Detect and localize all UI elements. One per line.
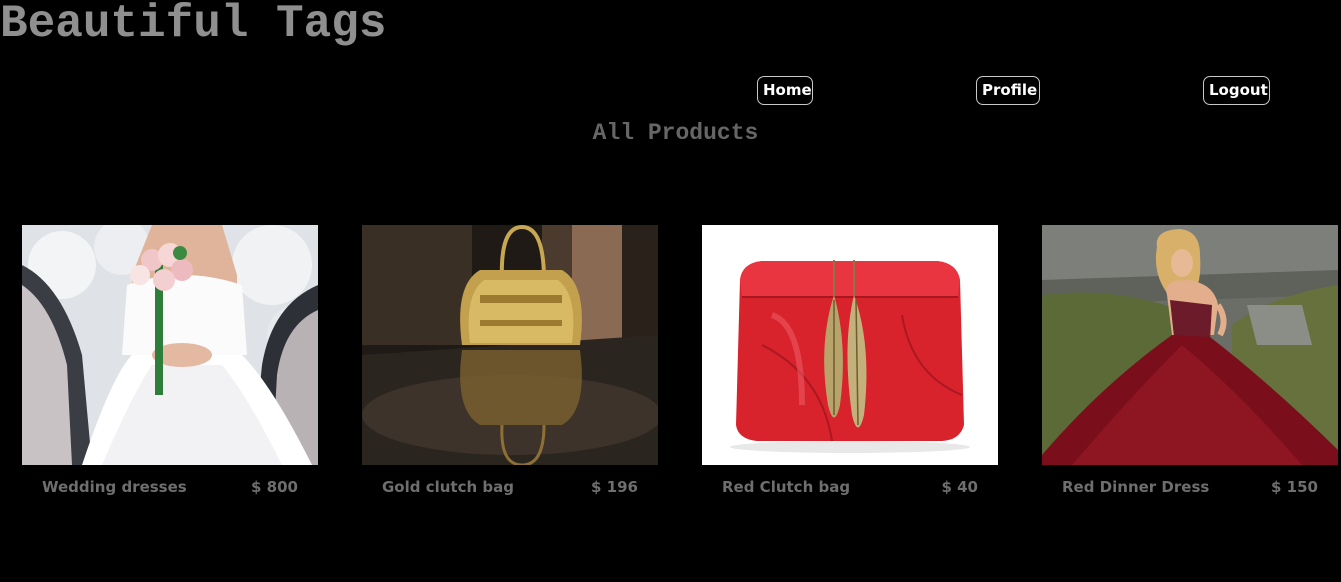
product-price: $ 800 bbox=[251, 478, 298, 496]
product-card-wedding-dresses[interactable]: Wedding dresses $ 800 bbox=[22, 225, 318, 505]
product-price: $ 150 bbox=[1271, 478, 1318, 496]
nav-profile-button[interactable]: Profile bbox=[976, 76, 1040, 105]
wedding-dress-photo[interactable] bbox=[22, 225, 318, 465]
nav-home-button[interactable]: Home bbox=[757, 76, 813, 105]
product-name: Red Dinner Dress bbox=[1062, 478, 1210, 496]
nav-logout-button[interactable]: Logout bbox=[1203, 76, 1270, 105]
site-title: Beautiful Tags bbox=[0, 0, 387, 50]
red-dinner-dress-photo[interactable] bbox=[1042, 225, 1338, 465]
product-card-red-dinner-dress[interactable]: Red Dinner Dress $ 150 bbox=[1042, 225, 1338, 505]
red-clutch-bag-photo[interactable] bbox=[702, 225, 998, 465]
product-name: Gold clutch bag bbox=[382, 478, 514, 496]
product-name: Wedding dresses bbox=[42, 478, 187, 496]
gold-clutch-bag-photo[interactable] bbox=[362, 225, 658, 465]
product-price: $ 40 bbox=[941, 478, 978, 496]
product-name: Red Clutch bag bbox=[722, 478, 851, 496]
product-card-gold-clutch-bag[interactable]: Gold clutch bag $ 196 bbox=[362, 225, 658, 505]
product-card-red-clutch-bag[interactable]: Red Clutch bag $ 40 bbox=[702, 225, 998, 505]
product-price: $ 196 bbox=[591, 478, 638, 496]
section-title: All Products bbox=[592, 120, 759, 146]
